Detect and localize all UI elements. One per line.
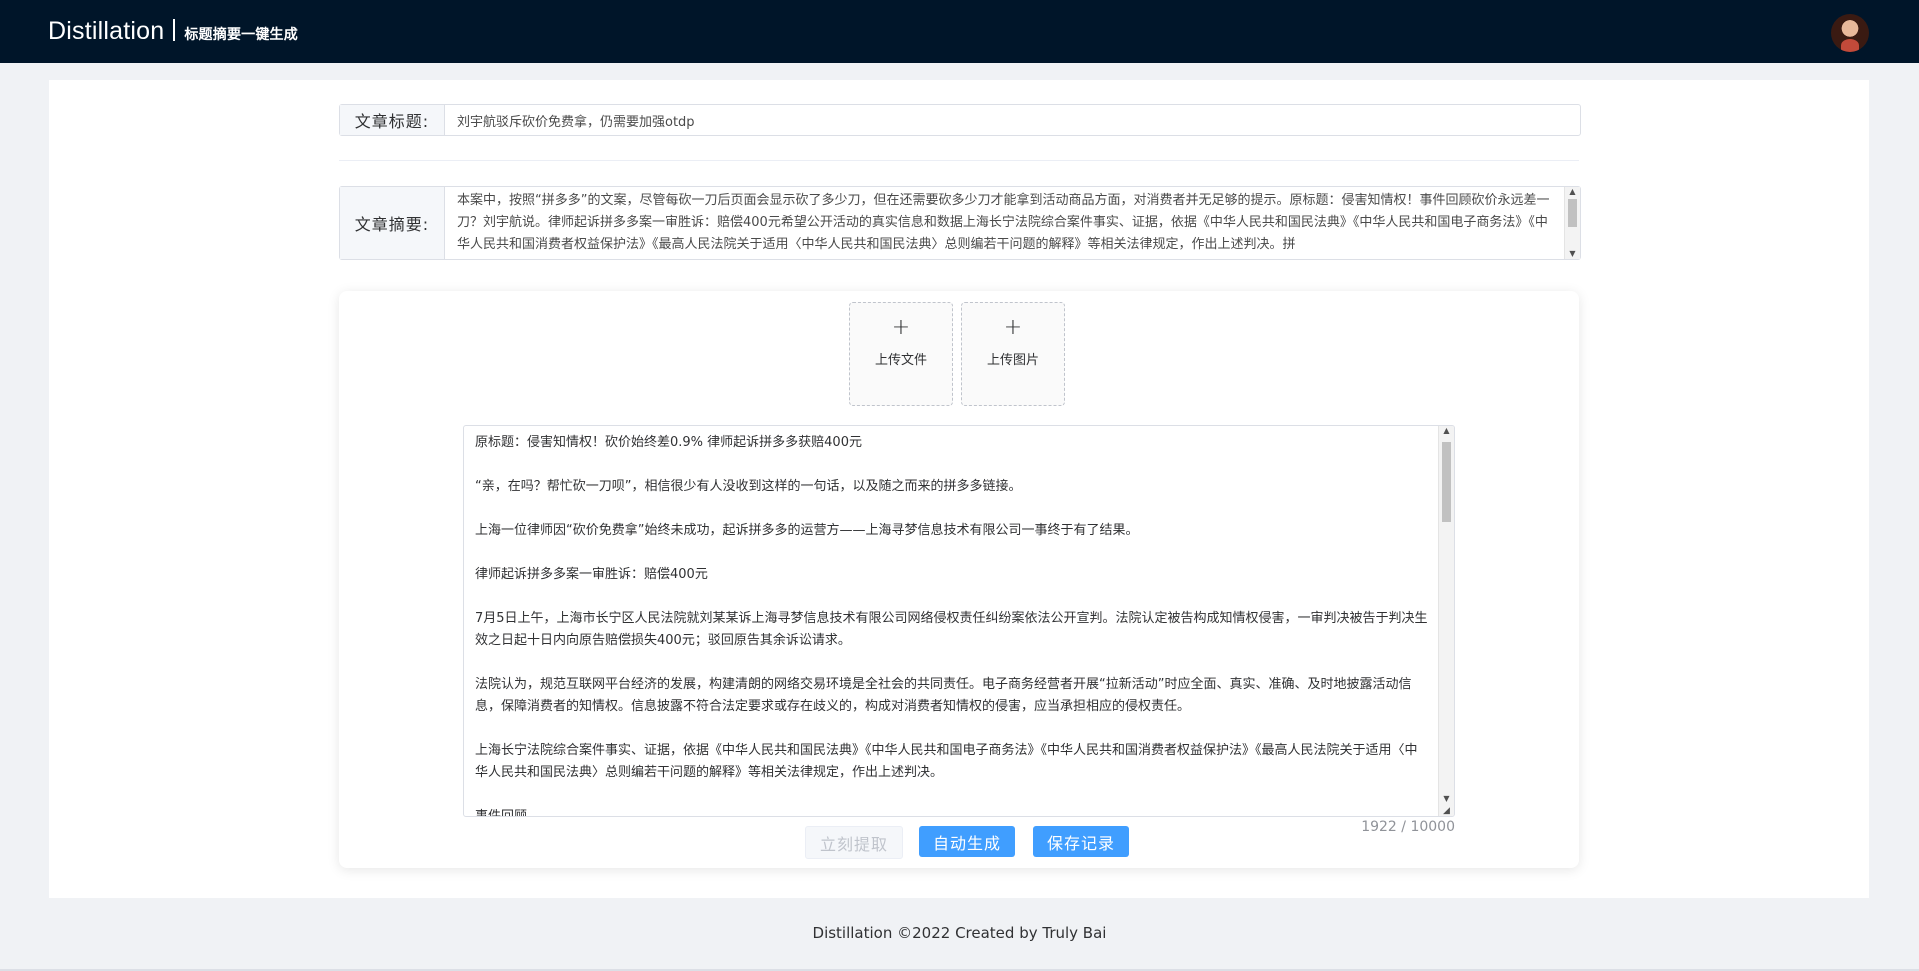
- char-counter: 1922 / 10000: [1361, 819, 1455, 835]
- article-textarea[interactable]: 原标题：侵害知情权！砍价始终差0.9% 律师起诉拼多多获赔400元 “亲，在吗？…: [463, 425, 1455, 817]
- auto-generate-button[interactable]: 自动生成: [919, 826, 1015, 857]
- main-content: 文章标题: 刘宇航驳斥砍价免费拿，仍需要加强otdp 文章摘要: 本案中，按照“…: [49, 80, 1869, 898]
- title-label: 文章标题:: [340, 105, 445, 135]
- user-avatar-icon[interactable]: [1831, 14, 1869, 52]
- summary-label: 文章摘要:: [340, 187, 445, 259]
- article-paragraph: 上海长宁法院综合案件事实、证据，依据《中华人民共和国民法典》《中华人民共和国电子…: [475, 743, 1418, 780]
- scroll-down-icon[interactable]: ▼: [1439, 794, 1454, 804]
- scroll-thumb[interactable]: [1442, 442, 1451, 522]
- article-body: 原标题：侵害知情权！砍价始终差0.9% 律师起诉拼多多获赔400元 “亲，在吗？…: [464, 426, 1454, 817]
- scroll-thumb[interactable]: [1568, 199, 1577, 227]
- upload-image-button[interactable]: + 上传图片: [961, 302, 1065, 406]
- article-paragraph: 原标题：侵害知情权！砍价始终差0.9% 律师起诉拼多多获赔400元: [475, 435, 862, 450]
- upload-file-label: 上传文件: [874, 353, 927, 368]
- plus-icon: +: [891, 315, 911, 340]
- editor-scrollbar[interactable]: ▲ ▼ ◢: [1438, 426, 1454, 816]
- summary-textarea[interactable]: 本案中，按照“拼多多”的文案，尽管每砍一刀后页面会显示砍了多少刀，但在还需要砍多…: [445, 187, 1580, 259]
- plus-icon: +: [1003, 315, 1023, 340]
- resize-handle-icon[interactable]: ◢: [1439, 806, 1454, 816]
- title-field: 文章标题: 刘宇航驳斥砍价免费拿，仍需要加强otdp: [339, 104, 1581, 136]
- brand-subtitle: 标题摘要一键生成: [184, 26, 298, 42]
- summary-text: 本案中，按照“拼多多”的文案，尽管每砍一刀后页面会显示砍了多少刀，但在还需要砍多…: [457, 193, 1550, 252]
- divider: [339, 160, 1579, 161]
- scroll-down-icon[interactable]: ▼: [1565, 249, 1580, 259]
- editor-panel: + 上传文件 + 上传图片 原标题：侵害知情权！砍价始终差0.9% 律师起诉拼多…: [339, 291, 1579, 868]
- article-paragraph: 法院认为，规范互联网平台经济的发展，构建清朗的网络交易环境是全社会的共同责任。电…: [475, 677, 1412, 714]
- scroll-up-icon[interactable]: ▲: [1565, 187, 1580, 197]
- upload-file-button[interactable]: + 上传文件: [849, 302, 953, 406]
- brand-name: Distillation: [48, 17, 165, 45]
- summary-field: 文章摘要: 本案中，按照“拼多多”的文案，尽管每砍一刀后页面会显示砍了多少刀，但…: [339, 186, 1581, 260]
- upload-image-label: 上传图片: [986, 353, 1039, 368]
- article-paragraph: “亲，在吗？帮忙砍一刀呗”，相信很少有人没收到这样的一句话，以及随之而来的拼多多…: [475, 479, 1022, 494]
- article-paragraph: 律师起诉拼多多案一审胜诉：赔偿400元: [475, 567, 708, 582]
- summary-scrollbar[interactable]: ▲ ▼: [1564, 187, 1580, 259]
- article-paragraph: 7月5日上午，上海市长宁区人民法院就刘某某诉上海寻梦信息技术有限公司网络侵权责任…: [475, 611, 1428, 648]
- save-record-button[interactable]: 保存记录: [1033, 826, 1129, 857]
- title-input[interactable]: 刘宇航驳斥砍价免费拿，仍需要加强otdp: [445, 105, 1580, 135]
- top-header: Distillation 标题摘要一键生成: [0, 0, 1919, 63]
- article-paragraph: 事件回顾: [475, 809, 528, 817]
- extract-button[interactable]: 立刻提取: [805, 826, 903, 859]
- brand[interactable]: Distillation 标题摘要一键生成: [48, 17, 298, 46]
- brand-separator: [173, 19, 176, 41]
- footer: Distillation ©2022 Created by Truly Bai: [812, 924, 1107, 942]
- article-paragraph: 上海一位律师因“砍价免费拿”始终未成功，起诉拼多多的运营方——上海寻梦信息技术有…: [475, 523, 1139, 538]
- scroll-up-icon[interactable]: ▲: [1439, 426, 1454, 436]
